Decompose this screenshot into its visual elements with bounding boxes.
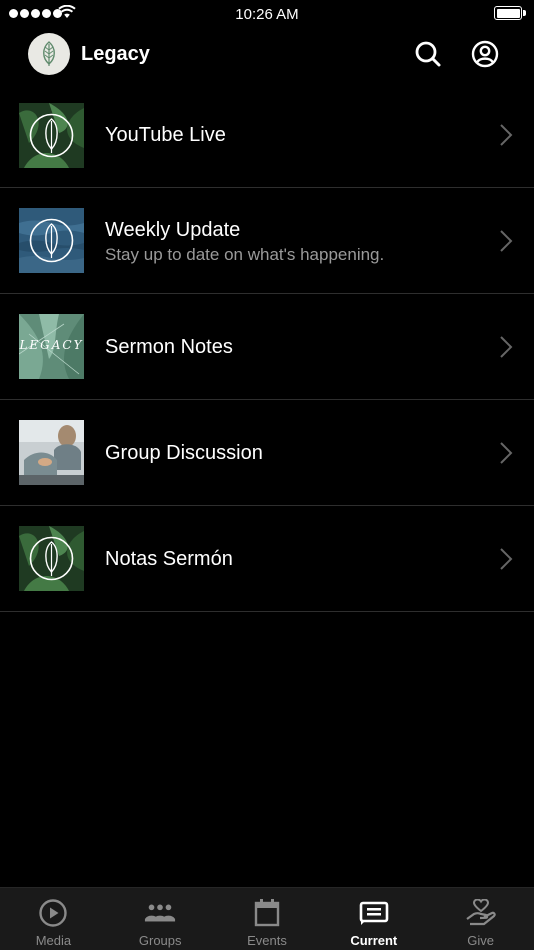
notas-sermon-thumbnail (19, 526, 84, 591)
tab-label: Media (35, 933, 72, 948)
chevron-right-icon (500, 548, 513, 570)
list-item-weekly-update[interactable]: Weekly Update Stay up to date on what's … (0, 188, 534, 294)
list-item-title: Weekly Update (105, 219, 241, 241)
groups-icon (145, 904, 176, 922)
tab-current[interactable]: Current (320, 888, 427, 950)
chevron-right-icon (500, 442, 513, 464)
list-item-group-discussion[interactable]: Group Discussion (0, 400, 534, 506)
status-bar: 10:26 AM (0, 0, 534, 28)
tab-groups[interactable]: Groups (107, 888, 214, 950)
tab-label: Current (350, 933, 398, 948)
app-header: Legacy (0, 28, 534, 82)
weekly-update-thumbnail (19, 208, 84, 273)
account-icon (471, 40, 499, 68)
chevron-right-icon (500, 336, 513, 358)
group-discussion-thumbnail (19, 420, 84, 485)
chevron-right-icon (500, 124, 513, 146)
list-item-subtitle: Stay up to date on what's happening. (105, 245, 385, 264)
list-item-title: Group Discussion (105, 442, 263, 464)
tab-give[interactable]: Give (427, 888, 534, 950)
tab-label: Give (467, 933, 494, 948)
search-button[interactable] (412, 38, 444, 70)
tab-bar: Media Groups Events Current Give (0, 887, 534, 950)
search-icon (415, 41, 441, 67)
leaf-icon (43, 41, 55, 66)
play-circle-icon (39, 899, 68, 927)
youtube-live-thumbnail (19, 103, 84, 168)
chevron-right-icon (500, 230, 513, 252)
profile-button[interactable] (469, 38, 501, 70)
sermon-notes-thumbnail: LEGACY (19, 314, 84, 379)
list-item-sermon-notes[interactable]: LEGACY Sermon Notes (0, 294, 534, 400)
sermon-notes-thumbnail-text: LEGACY (19, 338, 84, 352)
tab-label: Events (247, 933, 287, 948)
tab-label: Groups (138, 933, 182, 948)
list-item-notas-sermon[interactable]: Notas Sermón (0, 506, 534, 612)
tab-media[interactable]: Media (0, 888, 107, 950)
list-item-title: Notas Sermón (105, 548, 233, 570)
list-item-youtube-live[interactable]: YouTube Live (0, 82, 534, 188)
give-icon (465, 899, 496, 926)
tab-events[interactable]: Events (214, 888, 321, 950)
status-time: 10:26 AM (235, 6, 299, 23)
current-icon (359, 901, 389, 925)
app-title: Legacy (81, 43, 150, 65)
app-logo[interactable] (28, 33, 70, 75)
content-list: YouTube Live Weekly Update Stay up to da… (0, 82, 534, 612)
battery-icon (494, 6, 526, 20)
calendar-icon (254, 899, 280, 927)
list-item-title: Sermon Notes (105, 336, 233, 358)
list-item-title: YouTube Live (105, 124, 226, 146)
